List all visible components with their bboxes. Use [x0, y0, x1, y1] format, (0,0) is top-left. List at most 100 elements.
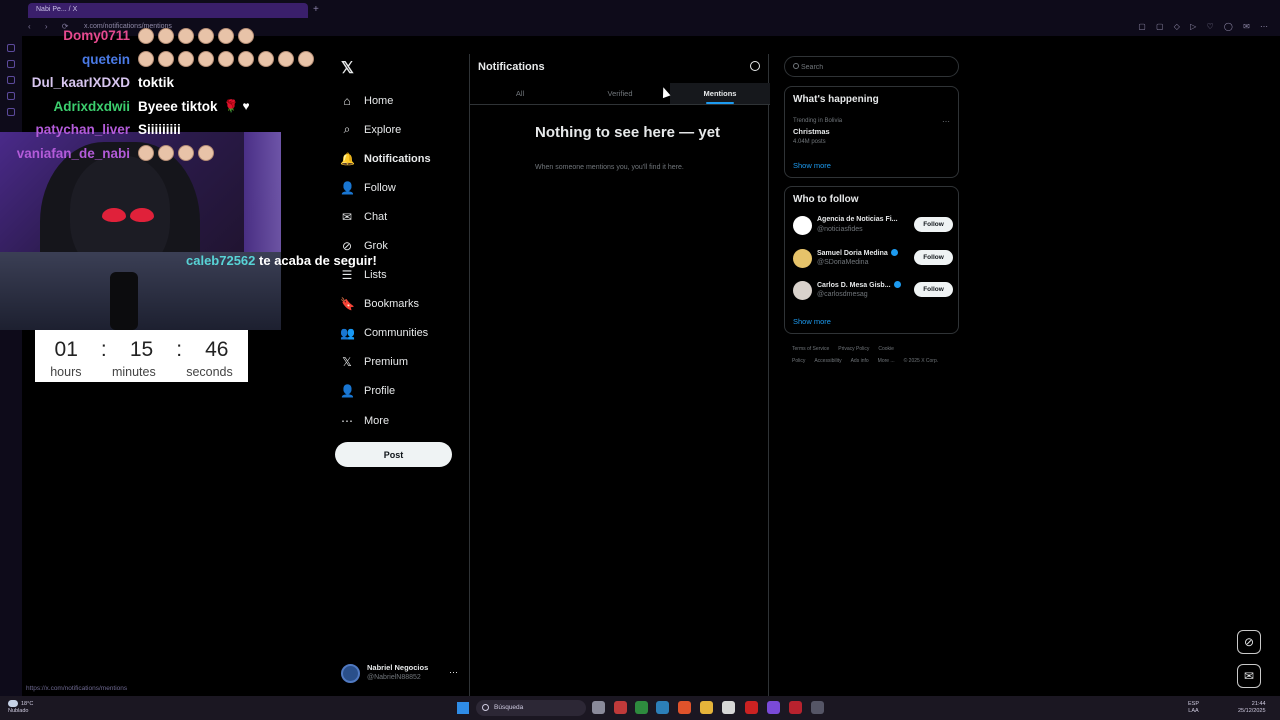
tab-mentions[interactable]: Mentions [670, 83, 770, 104]
grok-float-button[interactable]: ⊘ [1237, 630, 1261, 654]
bell-icon: 🔔 [340, 151, 355, 166]
nav-item-communities[interactable]: 👥 Communities [340, 319, 470, 348]
who-to-follow-row[interactable]: Carlos D. Mesa Gisb... @carlosdmesag Follo… [793, 280, 953, 302]
taskbar-app-icon[interactable] [614, 701, 627, 714]
weather-widget[interactable]: 18°C Nublado [8, 700, 33, 715]
system-clock[interactable]: 21:44 25/12/2025 [1238, 701, 1266, 715]
page-title: Notifications [478, 61, 545, 73]
nav-item-more[interactable]: ⋯ More [340, 406, 470, 435]
footer-link[interactable]: Privacy Policy [838, 346, 869, 352]
emote-icon [138, 27, 154, 44]
nav-item-label: Chat [364, 210, 388, 223]
chat-line: Dul_kaarIXDXD toktik [12, 71, 322, 95]
taskbar-app-icon[interactable] [722, 701, 735, 714]
chat-username: Adrixdxdwii [53, 98, 130, 114]
browser-tab[interactable]: Nabi Pe... / X [28, 3, 308, 18]
show-more-link[interactable]: Show more [793, 161, 831, 170]
nav-item-chat[interactable]: ✉ Chat [340, 202, 470, 231]
tab-title: Nabi Pe... / X [36, 6, 78, 13]
chat-line: vaniafan_de_nabi [12, 142, 322, 166]
language-indicator[interactable]: ESP LAA [1188, 701, 1199, 715]
settings-icon[interactable] [750, 61, 760, 71]
nav-item-label: Lists [364, 269, 387, 282]
nav-item-explore[interactable]: ⌕ Explore [340, 115, 470, 144]
nav-item-label: Premium [364, 356, 409, 369]
taskbar-app-icon[interactable] [635, 701, 648, 714]
verified-badge-icon [890, 248, 898, 256]
emote-icon [178, 145, 194, 162]
nav-item-premium[interactable]: 𝕏 Premium [340, 348, 470, 377]
footer-link[interactable]: Accessibility [814, 358, 841, 364]
nav-item-profile[interactable]: 👤 Profile [340, 377, 470, 406]
windows-start-icon[interactable] [457, 702, 469, 714]
trend-name[interactable]: Christmas [793, 127, 830, 136]
emote-icon [238, 51, 254, 68]
stream-chat-overlay: Domy0711 quetein Dul_kaarIXDXD toktik Adrixd… [12, 24, 322, 165]
x-premium-icon: 𝕏 [342, 355, 352, 370]
emote-icon [198, 145, 214, 162]
chat-message: Byeee tiktok [138, 98, 218, 114]
windows-taskbar: 18°C Nublado Búsqueda ESP LAA 21:44 25/1… [0, 696, 1280, 720]
follow-alert-user: caleb72562 [186, 253, 256, 268]
timer-minutes-label: minutes [111, 365, 156, 379]
who-name-text: Carlos D. Mesa Gisb... [817, 282, 891, 289]
post-button[interactable]: Post [335, 442, 452, 467]
taskbar-search-label: Búsqueda [494, 704, 524, 711]
messages-float-button[interactable]: ✉ [1237, 664, 1261, 688]
search-input[interactable] [801, 60, 951, 74]
profile-icon: 👤 [340, 384, 355, 399]
footer-link[interactable]: Terms of Service [792, 346, 829, 352]
timer-separator: : [100, 338, 107, 361]
footer-link[interactable]: © 2025 X Corp. [904, 358, 939, 364]
follow-button[interactable]: Follow [914, 217, 953, 232]
account-switcher[interactable]: Nabriel Negocios @NabrielN88852 ⋯ [341, 663, 461, 685]
taskbar-app-icon[interactable] [811, 701, 824, 714]
show-more-link[interactable]: Show more [793, 317, 831, 326]
chat-username: patychan_liver [35, 122, 130, 138]
taskbar-app-icon[interactable] [767, 701, 780, 714]
emote-icon [178, 51, 194, 68]
nav-item-label: Explore [364, 123, 402, 136]
taskbar-app-icon[interactable] [656, 701, 669, 714]
who-to-follow-row[interactable]: Samuel Doria Medina @SDoriaMedina Follow [793, 248, 953, 270]
search-box[interactable] [784, 56, 959, 77]
emote-group [138, 51, 314, 68]
follow-button[interactable]: Follow [914, 249, 953, 265]
footer-link[interactable]: More ... [878, 358, 895, 364]
emote-icon [238, 27, 254, 44]
more-icon[interactable]: ⋯ [942, 117, 950, 126]
footer-link[interactable]: Ads info [851, 358, 869, 364]
follow-button[interactable]: Follow [914, 282, 953, 297]
nav-item-home[interactable]: ⌂ Home [340, 86, 470, 115]
tab-all[interactable]: All [470, 83, 570, 104]
who-to-follow-row[interactable]: Agencia de Noticias Fi... @noticiasfides F… [793, 215, 953, 237]
home-icon: ⌂ [343, 93, 351, 108]
emote-icon [158, 27, 174, 44]
grok-icon: ⊘ [341, 239, 353, 254]
chat-message: Siiiiiiiii [138, 122, 181, 138]
empty-state-title: Nothing to see here — yet [535, 124, 721, 141]
heart-glasses-icon [102, 208, 158, 224]
emote-icon [198, 51, 214, 68]
list-icon: ☰ [341, 268, 353, 283]
nav-item-follow[interactable]: 👤 Follow [340, 173, 470, 202]
taskbar-app-icon[interactable] [592, 701, 605, 714]
trend-meta: Trending in Bolivia [793, 118, 843, 124]
communities-icon: 👥 [340, 326, 355, 341]
browser-toolbar-icons[interactable]: ▢ ▢ ◇ ▷ ♡ ◯ ✉ ⋯ [1138, 22, 1272, 31]
taskbar-search[interactable]: Búsqueda [476, 700, 586, 716]
taskbar-app-icon[interactable] [789, 701, 802, 714]
tab-verified[interactable]: Verified [570, 83, 670, 104]
nav-item-bookmarks[interactable]: 🔖 Bookmarks [340, 290, 470, 319]
new-tab-button[interactable]: + [313, 4, 319, 15]
nav-item-notifications[interactable]: 🔔 Notifications [340, 144, 470, 173]
taskbar-app-icon[interactable] [678, 701, 691, 714]
taskbar-app-icon[interactable] [745, 701, 758, 714]
timer-minutes: 15 [129, 338, 154, 361]
follow-alert: caleb72562 te acaba de seguir! [186, 253, 377, 268]
taskbar-app-icon[interactable] [700, 701, 713, 714]
who-handle: @SDoriaMedina [817, 258, 869, 266]
x-logo-icon[interactable]: 𝕏 [341, 58, 354, 78]
more-icon[interactable]: ⋯ [449, 667, 458, 678]
emote-icon [158, 51, 174, 68]
